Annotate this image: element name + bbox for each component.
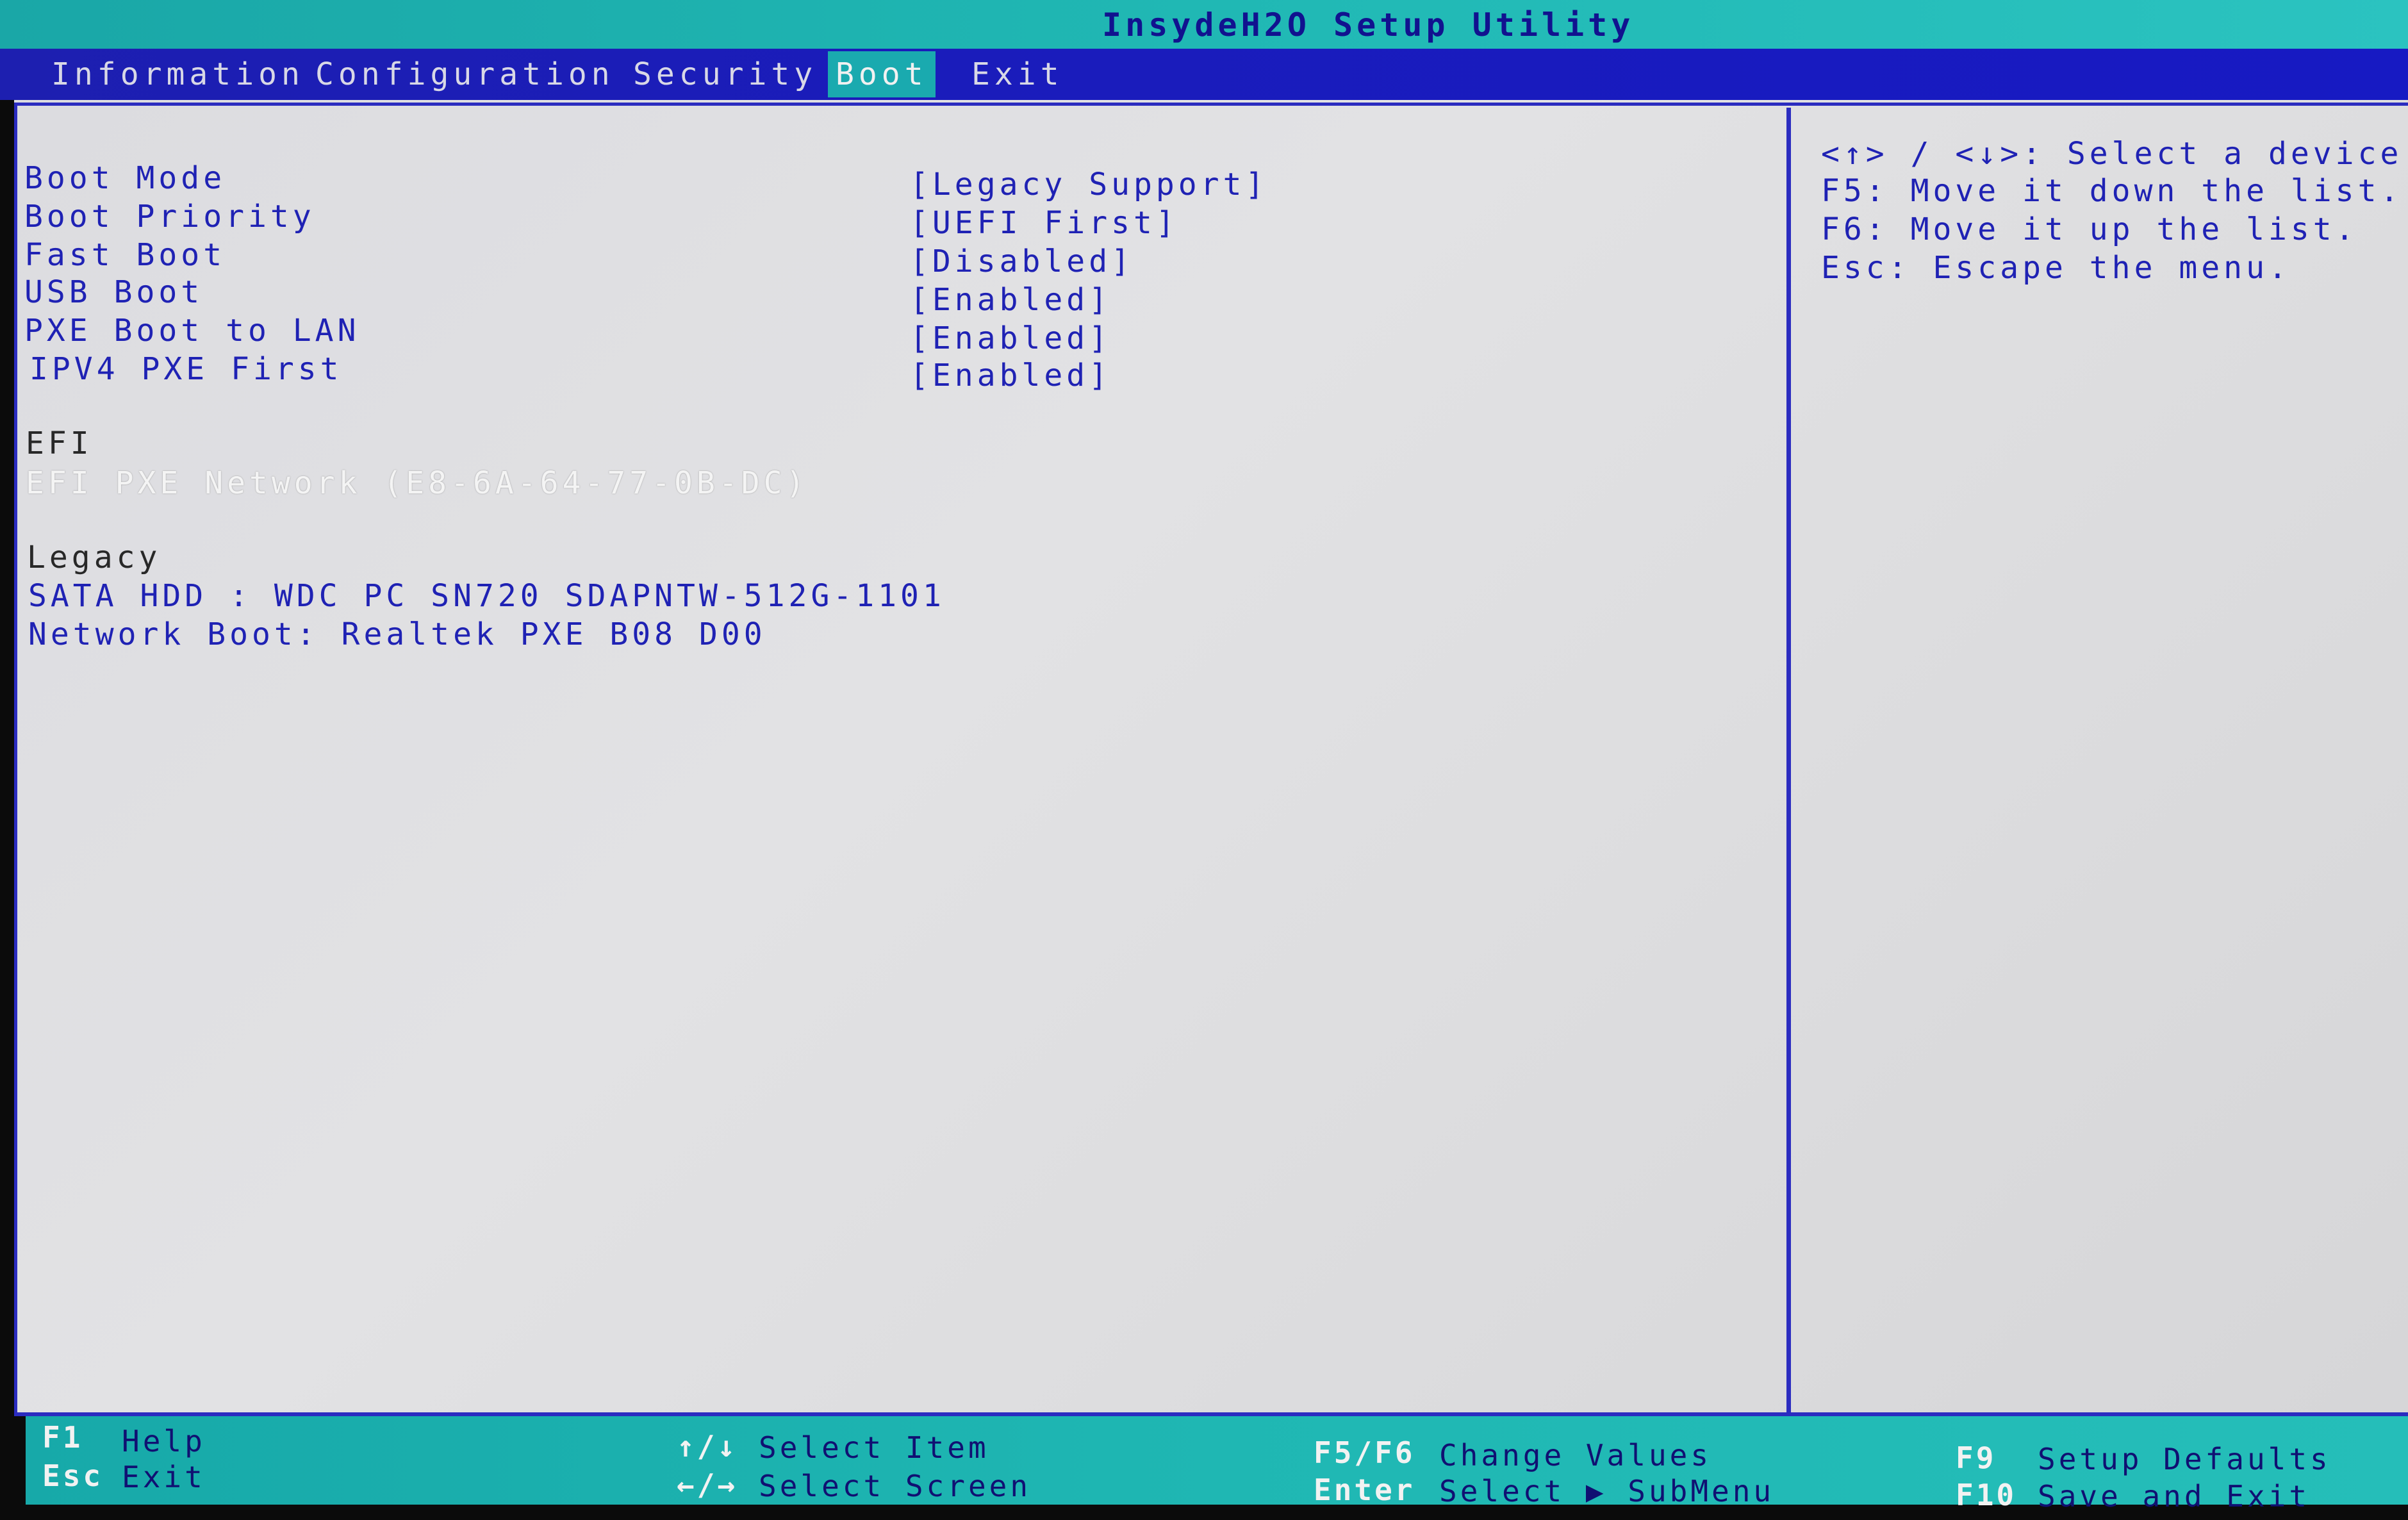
bios-screen: InsydeH2O Setup Utility Information Conf…	[0, 0, 2408, 1520]
footer-desc-save-and-exit: Save and Exit	[2038, 1479, 2311, 1514]
help-divider	[1786, 108, 1791, 1416]
setting-value-pxe-boot-to-lan[interactable]: [Enabled]	[910, 320, 1111, 356]
setting-value-boot-priority[interactable]: [UEFI First]	[910, 205, 1178, 241]
help-line-select-device: <↑> / <↓>: Select a device.	[1821, 136, 2408, 172]
tab-configuration[interactable]: Configuration	[308, 51, 622, 97]
legacy-header: Legacy	[27, 540, 161, 575]
setting-value-usb-boot[interactable]: [Enabled]	[910, 282, 1111, 318]
legacy-device-sata-hdd[interactable]: SATA HDD : WDC PC SN720 SDAPNTW-512G-110…	[28, 578, 945, 614]
footer-key-f10[interactable]: F10	[1956, 1478, 2016, 1512]
setting-value-boot-mode[interactable]: [Legacy Support]	[910, 167, 1267, 202]
setting-label-boot-mode[interactable]: Boot Mode	[24, 160, 226, 196]
footer-desc-select-item: Select Item	[759, 1430, 989, 1465]
footer-key-enter[interactable]: Enter	[1314, 1473, 1415, 1507]
help-line-move-down: F5: Move it down the list.	[1821, 173, 2403, 209]
setting-label-fast-boot[interactable]: Fast Boot	[24, 237, 226, 273]
tab-exit[interactable]: Exit	[964, 51, 1071, 97]
efi-header: EFI	[26, 425, 93, 461]
footer-desc-help: Help	[122, 1424, 206, 1458]
setting-value-ipv4-pxe-first[interactable]: [Enabled]	[910, 358, 1111, 393]
setting-value-fast-boot[interactable]: [Disabled]	[910, 244, 1134, 279]
footer-key-f9[interactable]: F9	[1956, 1441, 1996, 1475]
app-title: InsydeH2O Setup Utility	[1102, 6, 1635, 44]
setting-label-boot-priority[interactable]: Boot Priority	[24, 199, 315, 235]
efi-device-pxe-network[interactable]: EFI PXE Network (E8-6A-64-77-0B-DC)	[26, 465, 808, 501]
footer-desc-setup-defaults: Setup Defaults	[2038, 1442, 2331, 1476]
footer-key-f1[interactable]: F1	[42, 1420, 83, 1455]
footer-key-leftright[interactable]: ←/→	[677, 1467, 738, 1502]
title-bar: InsydeH2O Setup Utility	[0, 0, 2408, 53]
footer-desc-exit: Exit	[122, 1460, 206, 1494]
main-frame	[14, 103, 2408, 1416]
footer-desc-select-screen: Select Screen	[759, 1469, 1032, 1503]
tab-information[interactable]: Information	[44, 51, 312, 97]
legacy-device-network-boot[interactable]: Network Boot: Realtek PXE B08 D00	[28, 616, 766, 652]
setting-label-usb-boot[interactable]: USB Boot	[24, 274, 203, 310]
help-line-escape: Esc: Escape the menu.	[1821, 250, 2291, 286]
tab-boot[interactable]: Boot	[828, 51, 936, 97]
footer-key-updown[interactable]: ↑/↓	[677, 1429, 738, 1464]
footer-desc-change-values: Change Values	[1439, 1438, 1712, 1473]
setting-label-ipv4-pxe-first[interactable]: IPV4 PXE First	[29, 351, 343, 387]
menu-bar: Information Configuration Security Boot …	[0, 49, 2408, 100]
tab-security[interactable]: Security	[625, 51, 825, 97]
setting-label-pxe-boot-to-lan[interactable]: PXE Boot to LAN	[24, 313, 359, 349]
footer-key-f5f6[interactable]: F5/F6	[1314, 1435, 1415, 1470]
footer-desc-select-submenu: Select ▶ SubMenu	[1439, 1474, 1775, 1508]
help-line-move-up: F6: Move it up the list.	[1821, 211, 2358, 247]
footer-key-esc[interactable]: Esc	[42, 1458, 103, 1493]
